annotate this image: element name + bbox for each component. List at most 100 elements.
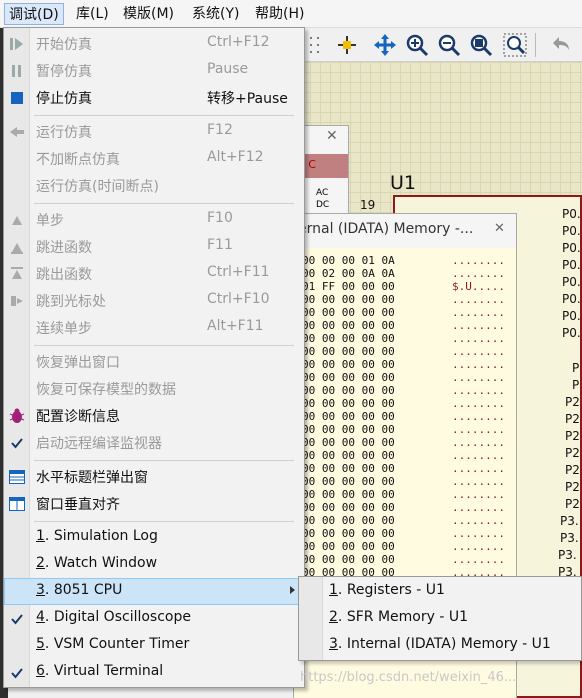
menu-item-vertical-align[interactable]: 窗口垂直对齐 [4,490,302,517]
chip-pin-label: P2 [565,429,580,443]
memory-ascii-row: ........ [452,436,505,449]
memory-ascii-row: ........ [452,358,505,371]
close-icon[interactable]: ✕ [494,221,505,236]
chip-pin-label: P [572,378,580,392]
memory-ascii-row: ........ [452,384,505,397]
menu-item-restore-popups[interactable]: 恢复弹出窗口 [4,348,302,375]
run-icon [8,123,26,141]
step-out-icon [8,265,26,283]
close-icon[interactable]: ✕ [326,128,346,148]
menu-separator [34,521,294,522]
menu-item-virtual-terminal[interactable]: 6. Virtual Terminal [4,659,302,686]
menubar: 调试(D) 库(L) 模版(M) 系统(Y) 帮助(H) [0,0,582,28]
menu-template[interactable]: 模版(M) [119,3,178,25]
memory-ascii-row: ........ [452,319,505,332]
menu-item-run-no-breakpoints[interactable]: 不加断点仿真 Alt+F12 [4,145,302,172]
zoom-in-icon[interactable] [404,32,430,58]
memory-hex-row: 00 00 00 00 00 [302,371,395,384]
memory-hex-row: 00 00 00 00 00 [302,436,395,449]
chip-pin-label: P2 [565,395,580,409]
pause-icon [8,62,26,80]
memory-hex-row: 00 00 00 00 00 [302,527,395,540]
menu-item-pause-simulation[interactable]: 暂停仿真 Pause [4,57,302,84]
menu-item-configure-diagnostics[interactable]: 配置诊断信息 [4,402,302,429]
debug-dropdown-menu: 开始仿真 Ctrl+F12 暂停仿真 Pause 停止仿真 转移+Pause 运… [3,27,305,688]
menu-item-run-time-breakpoint[interactable]: 运行仿真(时间断点) [4,172,302,199]
undo-icon[interactable] [548,32,574,58]
memory-ascii-row: ........ [452,488,505,501]
memory-ascii-row: ........ [452,267,505,280]
toolbar-separator [532,32,538,58]
memory-ascii-row: ........ [452,540,505,553]
menu-item-restore-model-data[interactable]: 恢复可保存模型的数据 [4,375,302,402]
crosshair-icon[interactable] [334,32,360,58]
chip-pin-label: P0. [562,224,581,238]
submenu-item-idata-memory[interactable]: 3. Internal (IDATA) Memory - U1 [299,632,581,659]
menu-item-watch-window[interactable]: 2. Watch Window [4,551,302,578]
memory-ascii-row: ........ [452,410,505,423]
run-to-cursor-icon [8,292,26,310]
chip-pin-label: P0. [562,275,581,289]
chip-pin-label: P3. [560,514,579,528]
pin-number: 19 [360,198,376,212]
menu-separator [34,345,294,346]
memory-hex-row: 00 00 00 00 00 [302,449,395,462]
move-arrows-icon[interactable] [372,32,398,58]
chip-pin-label: P0. [562,292,581,306]
submenu-item-sfr-memory[interactable]: 2. SFR Memory - U1 [299,605,581,632]
menu-item-step-into[interactable]: 跳进函数 F11 [4,233,302,260]
memory-hex-row: 00 00 00 00 00 [302,410,395,423]
menu-item-run-simulation[interactable]: 运行仿真 F12 [4,118,302,145]
menu-item-remote-compile-monitor[interactable]: 启动远程编译监视器 [4,429,302,456]
menu-item-continuous-step[interactable]: 连续单步 Alt+F11 [4,314,302,341]
menu-item-vsm-counter-timer[interactable]: 5. VSM Counter Timer [4,632,302,659]
menu-library[interactable]: 库(L) [72,3,113,25]
memory-hex-row: 00 02 00 0A 0A [302,267,395,280]
memory-ascii-row: ........ [452,254,505,267]
zoom-fit-icon[interactable] [468,32,494,58]
chip-pin-label: P2 [565,446,580,460]
play-icon [8,35,26,53]
cpu-submenu: 1. Registers - U1 2. SFR Memory - U1 3. … [298,576,582,661]
menu-item-simulation-log[interactable]: 1. Simulation Log [4,524,302,551]
memory-hex-row: 00 00 00 00 00 [302,345,395,358]
memory-hex-row: 00 00 00 00 00 [302,332,395,345]
memory-hex-row: 01 FF 00 00 00 [302,280,395,293]
checkmark-icon [8,434,26,452]
menu-help[interactable]: 帮助(H) [251,3,308,25]
menu-separator [34,203,294,204]
menu-item-stop-simulation[interactable]: 停止仿真 转移+Pause [4,84,302,111]
memory-hex-row: 00 00 00 00 00 [302,384,395,397]
menu-item-8051-cpu[interactable]: 3. 8051 CPU [4,578,302,605]
stop-icon [8,89,26,107]
menu-item-horizontal-titlebar[interactable]: 水平标题栏弹出窗 [4,463,302,490]
memory-ascii-row: ........ [452,462,505,475]
menu-debug[interactable]: 调试(D) [4,3,64,25]
chip-pin-label: P2 [565,463,580,477]
menu-separator [34,460,294,461]
submenu-item-registers[interactable]: 1. Registers - U1 [299,578,581,605]
chip-pin-label: P2 [565,480,580,494]
menu-item-run-to-cursor[interactable]: 跳到光标处 Ctrl+F10 [4,287,302,314]
memory-window-titlebar[interactable]: ernal (IDATA) Memory -... ✕ [294,214,516,246]
memory-hex-row: 00 00 00 00 00 [302,293,395,306]
menu-item-digital-oscilloscope[interactable]: 4. Digital Oscilloscope [4,605,302,632]
memory-ascii-row: ........ [452,449,505,462]
menu-system[interactable]: 系统(Y) [188,3,243,25]
menu-item-step[interactable]: 单步 F10 [4,206,302,233]
memory-hex-row: 00 00 00 00 00 [302,306,395,319]
memory-ascii-row: ........ [452,306,505,319]
memory-hex-row: 00 00 00 00 00 [302,488,395,501]
chip-pin-label: P2 [565,497,580,511]
memory-hex-row: 00 00 00 00 00 [302,514,395,527]
chip-pin-label: P3. [558,548,577,562]
chip-label: U1 [390,172,416,194]
toolbar [300,28,582,62]
menu-item-step-out[interactable]: 跳出函数 Ctrl+F11 [4,260,302,287]
menu-item-start-simulation[interactable]: 开始仿真 Ctrl+F12 [4,30,302,57]
zoom-area-icon[interactable] [502,32,528,58]
zoom-out-icon[interactable] [436,32,462,58]
step-icon [8,211,26,229]
chip-pin-label: P2 [565,412,580,426]
horizontal-layout-icon [8,468,26,486]
